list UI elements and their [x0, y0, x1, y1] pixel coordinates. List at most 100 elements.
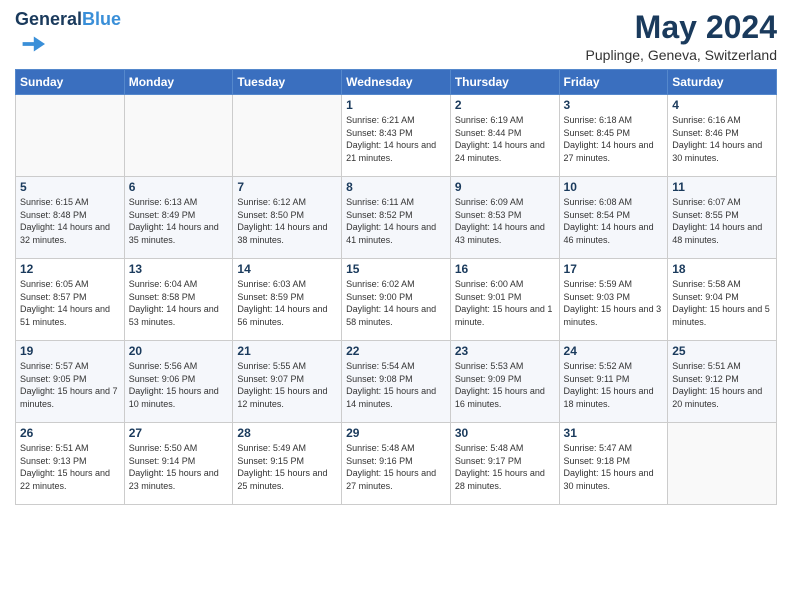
calendar-cell: 4 Sunrise: 6:16 AM Sunset: 8:46 PM Daylig… [668, 95, 777, 177]
day-info: Sunrise: 6:00 AM Sunset: 9:01 PM Dayligh… [455, 278, 555, 328]
day-number: 27 [129, 426, 229, 440]
day-info: Sunrise: 6:12 AM Sunset: 8:50 PM Dayligh… [237, 196, 337, 246]
subtitle: Puplinge, Geneva, Switzerland [586, 47, 777, 63]
calendar-cell: 28 Sunrise: 5:49 AM Sunset: 9:15 PM Dayli… [233, 423, 342, 505]
day-number: 20 [129, 344, 229, 358]
day-info: Sunrise: 5:59 AM Sunset: 9:03 PM Dayligh… [564, 278, 664, 328]
page: GeneralBlue May 2024 Puplinge, Geneva, S… [0, 0, 792, 515]
day-number: 25 [672, 344, 772, 358]
day-number: 3 [564, 98, 664, 112]
calendar-cell: 3 Sunrise: 6:18 AM Sunset: 8:45 PM Daylig… [559, 95, 668, 177]
day-number: 6 [129, 180, 229, 194]
header-sunday: Sunday [16, 70, 125, 95]
calendar-cell: 2 Sunrise: 6:19 AM Sunset: 8:44 PM Daylig… [450, 95, 559, 177]
day-number: 11 [672, 180, 772, 194]
day-info: Sunrise: 5:54 AM Sunset: 9:08 PM Dayligh… [346, 360, 446, 410]
day-number: 9 [455, 180, 555, 194]
logo: GeneralBlue [15, 10, 121, 63]
logo-icon [17, 30, 45, 58]
day-info: Sunrise: 5:47 AM Sunset: 9:18 PM Dayligh… [564, 442, 664, 492]
calendar-week-4: 19 Sunrise: 5:57 AM Sunset: 9:05 PM Dayli… [16, 341, 777, 423]
day-info: Sunrise: 6:15 AM Sunset: 8:48 PM Dayligh… [20, 196, 120, 246]
main-title: May 2024 [586, 10, 777, 45]
day-number: 29 [346, 426, 446, 440]
day-info: Sunrise: 6:04 AM Sunset: 8:58 PM Dayligh… [129, 278, 229, 328]
day-number: 28 [237, 426, 337, 440]
calendar-cell: 14Sunrise: 6:03 AM Sunset: 8:59 PM Dayli… [233, 259, 342, 341]
day-info: Sunrise: 6:19 AM Sunset: 8:44 PM Dayligh… [455, 114, 555, 164]
day-number: 13 [129, 262, 229, 276]
title-block: May 2024 Puplinge, Geneva, Switzerland [586, 10, 777, 63]
day-info: Sunrise: 5:58 AM Sunset: 9:04 PM Dayligh… [672, 278, 772, 328]
day-info: Sunrise: 5:56 AM Sunset: 9:06 PM Dayligh… [129, 360, 229, 410]
day-info: Sunrise: 5:53 AM Sunset: 9:09 PM Dayligh… [455, 360, 555, 410]
day-info: Sunrise: 5:50 AM Sunset: 9:14 PM Dayligh… [129, 442, 229, 492]
calendar-cell: 29 Sunrise: 5:48 AM Sunset: 9:16 PM Dayli… [342, 423, 451, 505]
day-number: 5 [20, 180, 120, 194]
day-info: Sunrise: 6:21 AM Sunset: 8:43 PM Dayligh… [346, 114, 446, 164]
header-friday: Friday [559, 70, 668, 95]
day-info: Sunrise: 5:51 AM Sunset: 9:13 PM Dayligh… [20, 442, 120, 492]
calendar-week-1: 1Sunrise: 6:21 AM Sunset: 8:43 PM Daylig… [16, 95, 777, 177]
calendar-cell: 30 Sunrise: 5:48 AM Sunset: 9:17 PM Dayli… [450, 423, 559, 505]
day-info: Sunrise: 5:55 AM Sunset: 9:07 PM Dayligh… [237, 360, 337, 410]
day-info: Sunrise: 6:05 AM Sunset: 8:57 PM Dayligh… [20, 278, 120, 328]
calendar-cell: 23 Sunrise: 5:53 AM Sunset: 9:09 PM Dayli… [450, 341, 559, 423]
calendar-table: Sunday Monday Tuesday Wednesday Thursday… [15, 69, 777, 505]
header-thursday: Thursday [450, 70, 559, 95]
day-info: Sunrise: 6:16 AM Sunset: 8:46 PM Dayligh… [672, 114, 772, 164]
day-number: 8 [346, 180, 446, 194]
calendar-cell: 19 Sunrise: 5:57 AM Sunset: 9:05 PM Dayli… [16, 341, 125, 423]
calendar-cell: 27 Sunrise: 5:50 AM Sunset: 9:14 PM Dayli… [124, 423, 233, 505]
day-info: Sunrise: 5:48 AM Sunset: 9:17 PM Dayligh… [455, 442, 555, 492]
calendar-cell: 13 Sunrise: 6:04 AM Sunset: 8:58 PM Dayli… [124, 259, 233, 341]
calendar-week-3: 12Sunrise: 6:05 AM Sunset: 8:57 PM Dayli… [16, 259, 777, 341]
day-info: Sunrise: 6:13 AM Sunset: 8:49 PM Dayligh… [129, 196, 229, 246]
calendar-cell: 12Sunrise: 6:05 AM Sunset: 8:57 PM Dayli… [16, 259, 125, 341]
day-number: 17 [564, 262, 664, 276]
calendar-cell: 21 Sunrise: 5:55 AM Sunset: 9:07 PM Dayli… [233, 341, 342, 423]
calendar-cell: 31 Sunrise: 5:47 AM Sunset: 9:18 PM Dayli… [559, 423, 668, 505]
day-number: 21 [237, 344, 337, 358]
day-info: Sunrise: 5:49 AM Sunset: 9:15 PM Dayligh… [237, 442, 337, 492]
day-info: Sunrise: 6:08 AM Sunset: 8:54 PM Dayligh… [564, 196, 664, 246]
day-info: Sunrise: 5:48 AM Sunset: 9:16 PM Dayligh… [346, 442, 446, 492]
day-info: Sunrise: 6:18 AM Sunset: 8:45 PM Dayligh… [564, 114, 664, 164]
header-row: Sunday Monday Tuesday Wednesday Thursday… [16, 70, 777, 95]
day-number: 18 [672, 262, 772, 276]
header-wednesday: Wednesday [342, 70, 451, 95]
calendar-cell: 9 Sunrise: 6:09 AM Sunset: 8:53 PM Daylig… [450, 177, 559, 259]
calendar-cell [668, 423, 777, 505]
day-number: 2 [455, 98, 555, 112]
day-number: 22 [346, 344, 446, 358]
day-info: Sunrise: 6:09 AM Sunset: 8:53 PM Dayligh… [455, 196, 555, 246]
calendar-cell: 16Sunrise: 6:00 AM Sunset: 9:01 PM Dayli… [450, 259, 559, 341]
calendar-cell: 8Sunrise: 6:11 AM Sunset: 8:52 PM Daylig… [342, 177, 451, 259]
day-number: 30 [455, 426, 555, 440]
day-number: 15 [346, 262, 446, 276]
logo-text: GeneralBlue [15, 10, 121, 30]
calendar-cell: 6 Sunrise: 6:13 AM Sunset: 8:49 PM Daylig… [124, 177, 233, 259]
calendar-cell: 15Sunrise: 6:02 AM Sunset: 9:00 PM Dayli… [342, 259, 451, 341]
day-info: Sunrise: 5:51 AM Sunset: 9:12 PM Dayligh… [672, 360, 772, 410]
calendar-cell: 20 Sunrise: 5:56 AM Sunset: 9:06 PM Dayli… [124, 341, 233, 423]
day-number: 23 [455, 344, 555, 358]
day-info: Sunrise: 6:07 AM Sunset: 8:55 PM Dayligh… [672, 196, 772, 246]
header-tuesday: Tuesday [233, 70, 342, 95]
calendar-cell [233, 95, 342, 177]
day-number: 19 [20, 344, 120, 358]
calendar-cell: 24Sunrise: 5:52 AM Sunset: 9:11 PM Dayli… [559, 341, 668, 423]
calendar-cell: 25 Sunrise: 5:51 AM Sunset: 9:12 PM Dayli… [668, 341, 777, 423]
day-number: 7 [237, 180, 337, 194]
calendar-header: Sunday Monday Tuesday Wednesday Thursday… [16, 70, 777, 95]
header: GeneralBlue May 2024 Puplinge, Geneva, S… [15, 10, 777, 63]
day-info: Sunrise: 5:57 AM Sunset: 9:05 PM Dayligh… [20, 360, 120, 410]
calendar-cell: 10Sunrise: 6:08 AM Sunset: 8:54 PM Dayli… [559, 177, 668, 259]
calendar-cell: 11 Sunrise: 6:07 AM Sunset: 8:55 PM Dayli… [668, 177, 777, 259]
calendar-body: 1Sunrise: 6:21 AM Sunset: 8:43 PM Daylig… [16, 95, 777, 505]
header-saturday: Saturday [668, 70, 777, 95]
calendar-cell: 26Sunrise: 5:51 AM Sunset: 9:13 PM Dayli… [16, 423, 125, 505]
day-number: 4 [672, 98, 772, 112]
day-number: 31 [564, 426, 664, 440]
day-number: 24 [564, 344, 664, 358]
